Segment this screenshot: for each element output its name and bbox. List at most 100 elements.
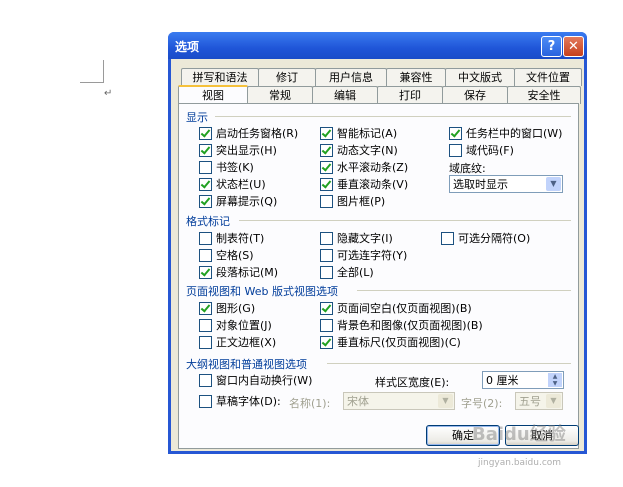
checkbox-box[interactable]	[320, 143, 333, 157]
checkbox-field-codes[interactable]: 域代码(F)	[449, 143, 514, 157]
checkbox-box[interactable]	[199, 194, 212, 208]
group-divider	[357, 290, 571, 291]
field-shading-select[interactable]: 选取时显示 ▼	[449, 175, 563, 193]
style-area-width-spinner[interactable]: 0 厘米 ▲ ▼	[482, 371, 564, 389]
checkbox-picture-placeholders[interactable]: 图片框(P)	[320, 194, 385, 208]
tab-save[interactable]: 保存	[442, 86, 508, 104]
checkbox-status-bar[interactable]: 状态栏(U)	[199, 177, 266, 191]
field-shading-value: 选取时显示	[453, 178, 508, 191]
tab-file-locations[interactable]: 文件位置	[514, 68, 582, 86]
checkbox-label: 页面间空白(仅页面视图)(B)	[337, 302, 472, 315]
checkbox-label: 动态文字(N)	[337, 144, 398, 157]
checkbox-box[interactable]	[199, 143, 212, 157]
tab-spelling-grammar[interactable]: 拼写和语法	[181, 68, 259, 86]
checkbox-background-colors-images[interactable]: 背景色和图像(仅页面视图)(B)	[320, 318, 483, 332]
checkbox-box[interactable]	[449, 143, 462, 157]
checkbox-box[interactable]	[199, 301, 212, 315]
checkbox-box[interactable]	[441, 231, 454, 245]
chevron-down-icon[interactable]: ▼	[438, 394, 453, 408]
checkbox-label: 智能标记(A)	[337, 127, 398, 140]
close-button[interactable]: ✕	[563, 36, 584, 57]
checkbox-screentips[interactable]: 屏幕提示(Q)	[199, 194, 277, 208]
checkbox-label: 书签(K)	[216, 161, 254, 174]
tab-compatibility[interactable]: 兼容性	[386, 68, 446, 86]
tab-chinese-layout[interactable]: 中文版式	[445, 68, 515, 86]
checkbox-drawings[interactable]: 图形(G)	[199, 301, 255, 315]
checkbox-spaces[interactable]: 空格(S)	[199, 248, 254, 262]
checkbox-box[interactable]	[199, 160, 212, 174]
checkbox-box[interactable]	[199, 394, 212, 408]
checkbox-label: 水平滚动条(Z)	[337, 161, 409, 174]
checkbox-draft-font[interactable]: 草稿字体(D):	[199, 394, 281, 408]
checkbox-box[interactable]	[320, 177, 333, 191]
chevron-down-icon[interactable]: ▼	[546, 177, 561, 191]
checkbox-box[interactable]	[320, 265, 333, 279]
checkbox-box[interactable]	[320, 194, 333, 208]
checkbox-label: 图形(G)	[216, 302, 256, 315]
checkbox-label: 制表符(T)	[216, 232, 265, 245]
tab-print[interactable]: 打印	[377, 86, 443, 104]
checkbox-text-boundaries[interactable]: 正文边框(X)	[199, 335, 276, 349]
checkbox-label: 任务栏中的窗口(W)	[466, 127, 563, 140]
checkbox-smart-tags[interactable]: 智能标记(A)	[320, 126, 397, 140]
checkbox-box[interactable]	[199, 318, 212, 332]
checkbox-paragraph-marks[interactable]: 段落标记(M)	[199, 265, 278, 279]
checkbox-vertical-scrollbar[interactable]: 垂直滚动条(V)	[320, 177, 408, 191]
outline-normal-group-header: 大纲视图和普通视图选项	[186, 358, 307, 371]
checkbox-label: 全部(L)	[337, 266, 374, 279]
checkbox-white-space-between-pages[interactable]: 页面间空白(仅页面视图)(B)	[320, 301, 472, 315]
checkbox-label: 可选分隔符(O)	[458, 232, 531, 245]
checkbox-optional-hyphens[interactable]: 可选连字符(Y)	[320, 248, 407, 262]
checkbox-box[interactable]	[320, 160, 333, 174]
checkbox-object-anchors[interactable]: 对象位置(J)	[199, 318, 272, 332]
tab-edit[interactable]: 编辑	[312, 86, 378, 104]
checkbox-box[interactable]	[199, 265, 212, 279]
checkbox-box[interactable]	[320, 301, 333, 315]
checkbox-wrap-to-window[interactable]: 窗口内自动换行(W)	[199, 373, 312, 387]
checkbox-label: 突出显示(H)	[216, 144, 277, 157]
checkbox-box[interactable]	[199, 248, 212, 262]
checkbox-box[interactable]	[199, 231, 212, 245]
checkbox-label: 隐藏文字(I)	[337, 232, 393, 245]
checkbox-box[interactable]	[199, 373, 212, 387]
checkbox-box[interactable]	[199, 177, 212, 191]
paragraph-return-mark: ↵	[104, 88, 113, 99]
checkbox-label: 正文边框(X)	[216, 336, 277, 349]
checkbox-label: 背景色和图像(仅页面视图)(B)	[337, 319, 483, 332]
checkbox-box[interactable]	[320, 126, 333, 140]
checkbox-box[interactable]	[199, 126, 212, 140]
checkbox-box[interactable]	[320, 335, 333, 349]
spin-down-icon[interactable]: ▼	[548, 380, 562, 387]
title-bar[interactable]: 选项 ? ✕	[168, 32, 587, 59]
tab-revisions[interactable]: 修订	[258, 68, 316, 86]
tab-general[interactable]: 常规	[247, 86, 313, 104]
tab-view[interactable]: 视图	[178, 85, 248, 105]
checkbox-box[interactable]	[199, 335, 212, 349]
checkbox-bookmarks[interactable]: 书签(K)	[199, 160, 254, 174]
group-divider	[239, 220, 571, 221]
tab-user-info[interactable]: 用户信息	[315, 68, 387, 86]
checkbox-vertical-ruler[interactable]: 垂直标尺(仅页面视图)(C)	[320, 335, 461, 349]
checkbox-all-marks[interactable]: 全部(L)	[320, 265, 374, 279]
chevron-down-icon[interactable]: ▼	[546, 394, 561, 408]
checkbox-label: 启动任务窗格(R)	[216, 127, 299, 140]
checkbox-tab-characters[interactable]: 制表符(T)	[199, 231, 264, 245]
watermark-logo: Baidu经验	[472, 424, 566, 445]
help-button[interactable]: ?	[541, 36, 562, 57]
checkbox-animated-text[interactable]: 动态文字(N)	[320, 143, 398, 157]
spin-up-icon[interactable]: ▲	[548, 373, 562, 380]
checkbox-highlight[interactable]: 突出显示(H)	[199, 143, 277, 157]
checkbox-windows-in-taskbar[interactable]: 任务栏中的窗口(W)	[449, 126, 562, 140]
checkbox-box[interactable]	[320, 318, 333, 332]
checkbox-box[interactable]	[449, 126, 462, 140]
checkbox-label: 垂直标尺(仅页面视图)(C)	[337, 336, 461, 349]
checkbox-horizontal-scrollbar[interactable]: 水平滚动条(Z)	[320, 160, 408, 174]
checkbox-startup-task-pane[interactable]: 启动任务窗格(R)	[199, 126, 298, 140]
checkbox-optional-breaks[interactable]: 可选分隔符(O)	[441, 231, 530, 245]
tab-security[interactable]: 安全性	[507, 86, 581, 104]
checkbox-hidden-text[interactable]: 隐藏文字(I)	[320, 231, 393, 245]
font-size-select[interactable]: 五号 ▼	[515, 392, 563, 410]
font-name-select[interactable]: 宋体 ▼	[343, 392, 455, 410]
checkbox-box[interactable]	[320, 248, 333, 262]
checkbox-box[interactable]	[320, 231, 333, 245]
